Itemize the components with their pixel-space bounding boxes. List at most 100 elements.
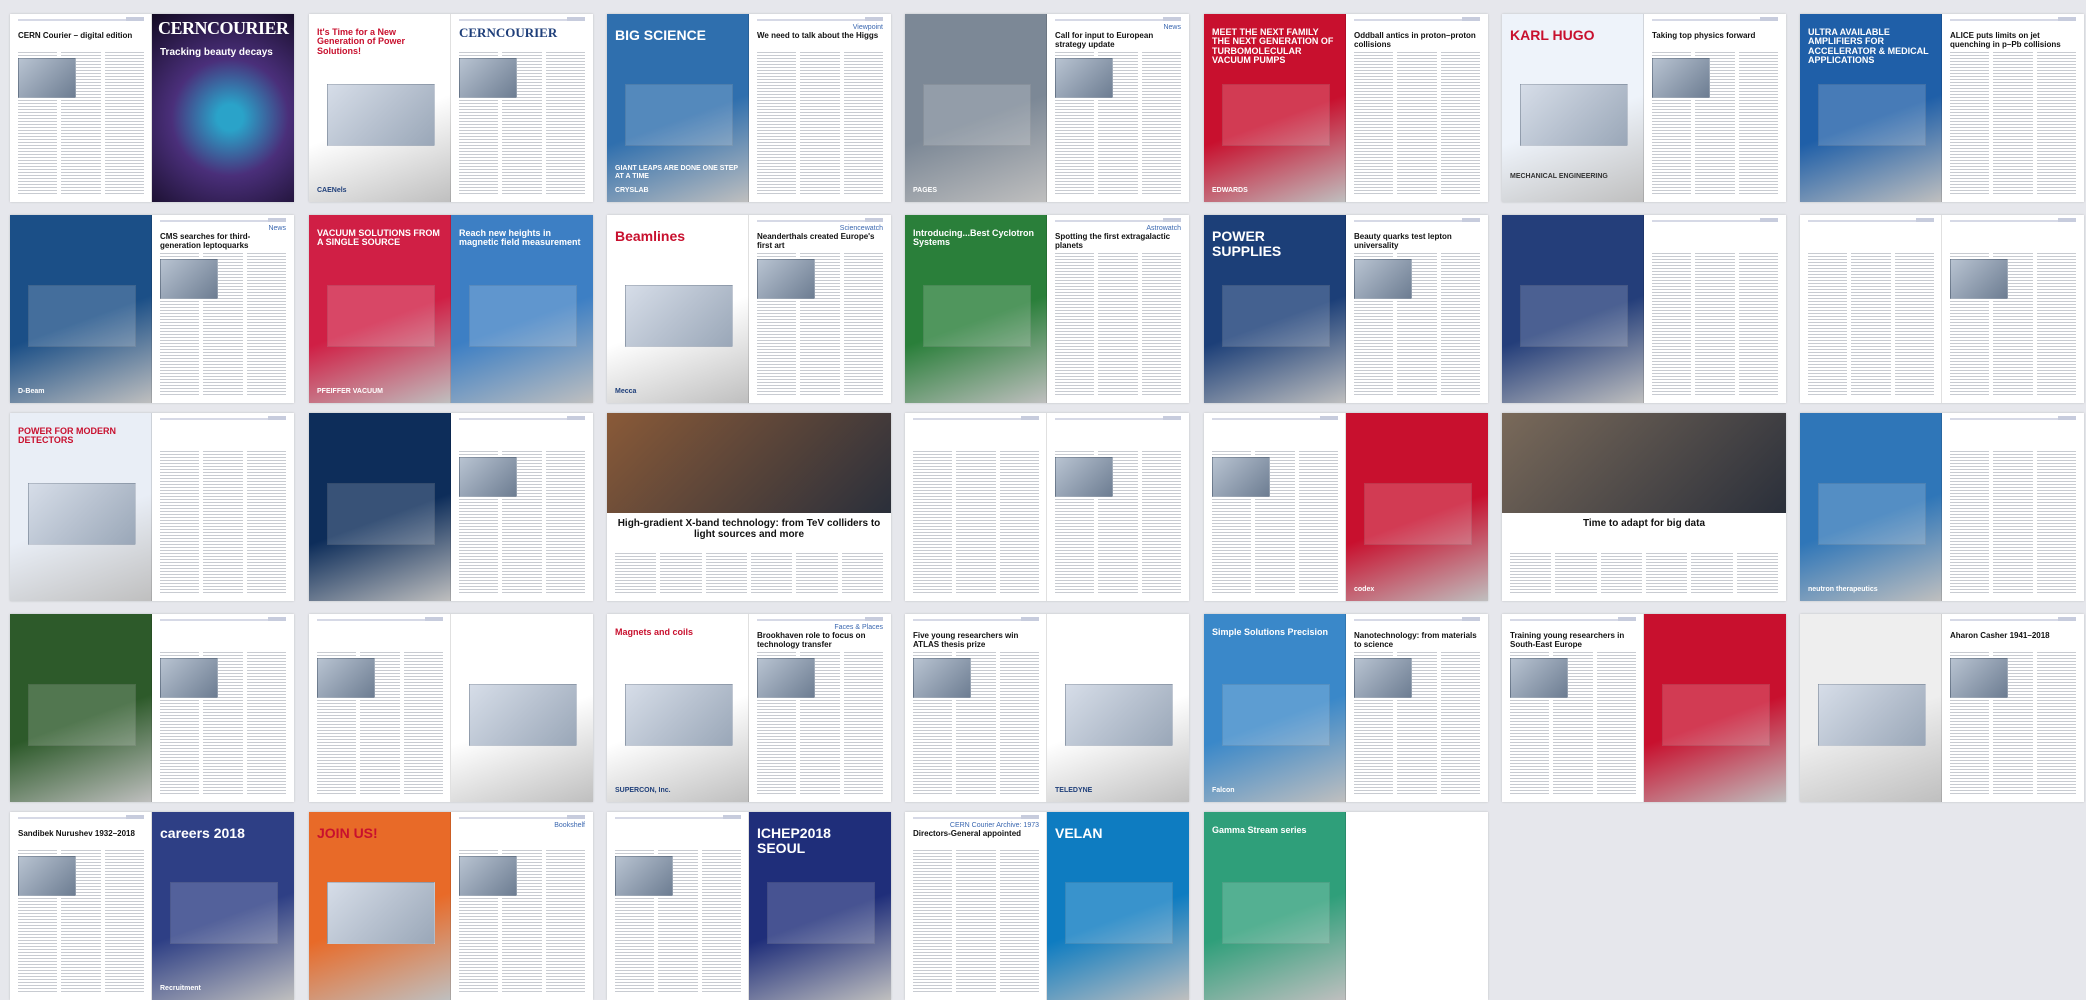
magazine-thumbnail-grid: CERN Courier – digital edition CERNCOURIE… [0, 0, 2086, 1000]
text-column [1141, 451, 1181, 593]
advert-image [767, 882, 875, 944]
magazine-spread[interactable]: Simple Solutions Precision Falcon Nanotech… [1204, 614, 1488, 802]
contents-page: CERNCOURIER [451, 14, 593, 202]
magazine-page [1047, 413, 1189, 601]
page-header-rule [459, 17, 585, 21]
advert-page: Reach new heights in magnetic field meas… [451, 215, 593, 403]
magazine-spread[interactable]: neutron therapeutics [1800, 413, 2084, 601]
magazine-page [1942, 215, 2084, 403]
advert-headline: POWER SUPPLIES [1212, 228, 1282, 259]
magazine-spread[interactable]: PAGES News Call for input to European stra… [905, 14, 1189, 202]
advert-page [1800, 614, 1942, 802]
text-column [2036, 451, 2076, 593]
magazine-spread[interactable]: Introducing...Best Cyclotron Systems Astr… [905, 215, 1189, 403]
advert-headline: Magnets and coils [615, 627, 694, 637]
spine-fold [1643, 614, 1644, 802]
text-column [841, 553, 883, 593]
article-image [1950, 259, 2008, 299]
magazine-spread[interactable]: MEET THE NEXT FAMILY THE NEXT GENERATION… [1204, 14, 1488, 202]
advert-image [923, 285, 1031, 347]
advert-headline: Reach new heights in magnetic field meas… [459, 228, 581, 248]
magazine-spread[interactable]: ICHEP2018 SEOUL [607, 812, 891, 1000]
advert-image [28, 684, 136, 746]
article-headline: Sandibek Nurushev 1932–2018 [18, 829, 135, 838]
text-column [1808, 253, 1848, 395]
body-text-columns [1055, 253, 1181, 395]
page-header-rule [1652, 17, 1778, 21]
text-column [1440, 52, 1480, 194]
text-column [999, 451, 1039, 593]
advert-page: VACUUM SOLUTIONS FROM A SINGLE SOURCE PFE… [309, 215, 451, 403]
magazine-spread[interactable]: KARL HUGO MECHANICAL ENGINEERING Taking to… [1502, 14, 1786, 202]
text-column [1738, 52, 1778, 194]
text-column [1141, 253, 1181, 395]
magazine-spread[interactable]: D-Beam News CMS searches for third-generat… [10, 215, 294, 403]
magazine-spread[interactable] [905, 413, 1189, 601]
spine-fold [1345, 14, 1346, 202]
text-column [1397, 52, 1437, 194]
masthead: CERNCOURIER [459, 25, 558, 40]
spine-fold [450, 14, 451, 202]
magazine-spread[interactable]: VACUUM SOLUTIONS FROM A SINGLE SOURCE PFE… [309, 215, 593, 403]
magazine-spread[interactable]: Sandibek Nurushev 1932–2018 careers 2018 R… [10, 812, 294, 1000]
advert-headline: BIG SCIENCE [615, 27, 707, 43]
advert-brand: Recruitment [160, 984, 201, 992]
magazine-page: Aharon Casher 1941–2018 [1942, 614, 2084, 802]
page-header-rule [757, 218, 883, 222]
text-column [1695, 253, 1735, 395]
text-column [1993, 52, 2033, 194]
magazine-page: Training young researchers in South-East… [1502, 614, 1644, 802]
spine-fold [1046, 413, 1047, 601]
magazine-spread[interactable]: Gamma Stream series [1204, 812, 1488, 1000]
text-column [999, 652, 1039, 794]
magazine-spread[interactable]: Beamlines Mecca Sciencewatch Neanderthals c… [607, 215, 891, 403]
magazine-spread[interactable]: Time to adapt for big data [1502, 413, 1786, 601]
article-headline: Brookhaven role to focus on technology t… [757, 631, 866, 649]
text-column [545, 850, 585, 992]
magazine-spread[interactable]: codex [1204, 413, 1488, 601]
text-column [660, 553, 702, 593]
spine-fold [748, 812, 749, 1000]
magazine-spread[interactable]: It's Time for a New Generation of Power … [309, 14, 593, 202]
article-image [1510, 658, 1568, 698]
advert-subline: GIANT LEAPS ARE DONE ONE STEP AT A TIME [615, 165, 738, 180]
magazine-spread[interactable]: Training young researchers in South-East… [1502, 614, 1786, 802]
advert-headline: Gamma Stream series [1212, 825, 1307, 835]
advert-image [1818, 483, 1926, 545]
magazine-spread[interactable]: CERN Courier Archive: 1973 Directors-Gene… [905, 812, 1189, 1000]
body-text-columns [913, 451, 1039, 593]
section-label: Bookshelf [554, 822, 585, 829]
magazine-spread[interactable]: ULTRA AVAILABLE AMPLIFIERS FOR ACCELERAT… [1800, 14, 2084, 202]
cover-background [152, 14, 294, 202]
magazine-spread[interactable]: High-gradient X-band technology: from Te… [607, 413, 891, 601]
advert-page: KARL HUGO MECHANICAL ENGINEERING [1502, 14, 1644, 202]
advert-image [1520, 84, 1628, 146]
cover-page: CERNCOURIER Tracking beauty decays [152, 14, 294, 202]
magazine-spread[interactable] [1502, 215, 1786, 403]
magazine-spread[interactable]: JOIN US! Bookshelf [309, 812, 593, 1000]
advert-image [1222, 84, 1330, 146]
magazine-spread[interactable]: POWER SUPPLIES Beauty quarks test lepton … [1204, 215, 1488, 403]
page-header-rule [459, 416, 585, 420]
advert-image [327, 882, 435, 944]
advert-image [1818, 684, 1926, 746]
magazine-spread[interactable]: Five young researchers win ATLAS thesis … [905, 614, 1189, 802]
magazine-spread[interactable]: Magnets and coils SUPERCON, Inc. Faces & P… [607, 614, 891, 802]
magazine-page: Sciencewatch Neanderthals created Europe'… [749, 215, 891, 403]
magazine-spread[interactable] [1800, 215, 2084, 403]
magazine-spread[interactable] [10, 614, 294, 802]
magazine-spread[interactable]: CERN Courier – digital edition CERNCOURIE… [10, 14, 294, 202]
text-column [1993, 451, 2033, 593]
advert-page: ULTRA AVAILABLE AMPLIFIERS FOR ACCELERAT… [1800, 14, 1942, 202]
magazine-spread[interactable] [309, 614, 593, 802]
text-column [246, 652, 286, 794]
article-image [18, 58, 76, 98]
page-header-rule [757, 617, 883, 621]
advert-page: ICHEP2018 SEOUL [749, 812, 891, 1000]
magazine-spread[interactable]: Aharon Casher 1941–2018 [1800, 614, 2084, 802]
text-column [545, 451, 585, 593]
magazine-spread[interactable] [309, 413, 593, 601]
magazine-spread[interactable]: BIG SCIENCE GIANT LEAPS ARE DONE ONE STEP… [607, 14, 891, 202]
magazine-spread[interactable]: POWER FOR MODERN DETECTORS [10, 413, 294, 601]
page-header-rule [160, 218, 286, 222]
